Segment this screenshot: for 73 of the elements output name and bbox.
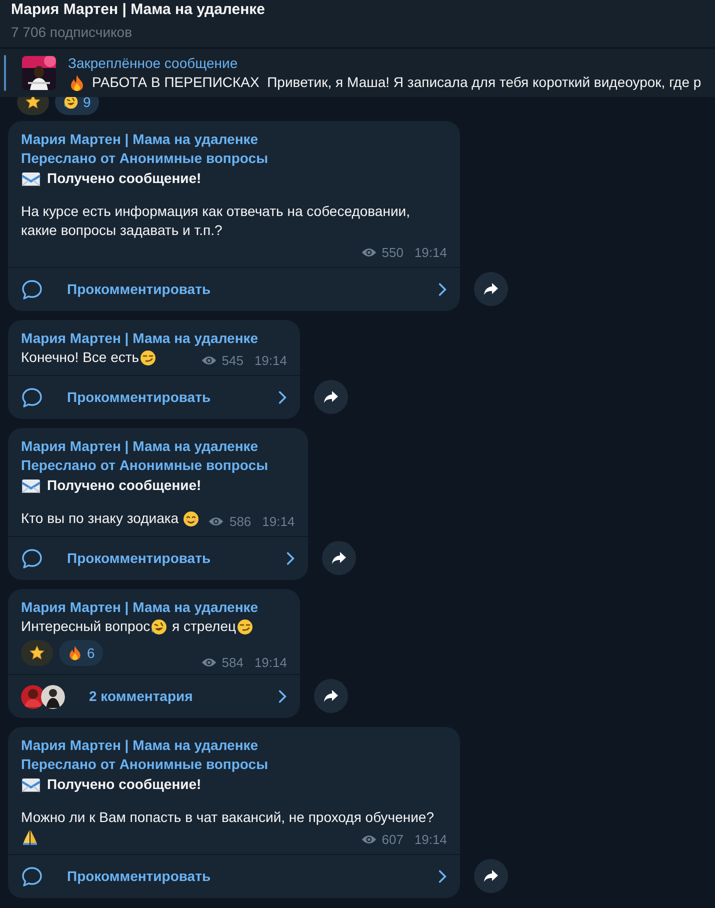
comment-icon [21, 548, 43, 570]
pinned-preview: РАБОТА В ПЕРЕПИСКАХ Приветик, я Маша! Я записала для тебя короткий видеоурок, где р [92, 73, 702, 92]
fire-icon [68, 74, 86, 92]
star-icon [25, 97, 41, 110]
eye-icon [360, 834, 377, 845]
message-text: я стрелец [171, 617, 236, 636]
received-heading: Получено сообщение! [47, 774, 202, 794]
chevron-right-icon [438, 869, 447, 884]
pinned-label: Закреплённое сообщение [68, 54, 239, 73]
share-button[interactable] [314, 679, 348, 713]
eye-icon [200, 355, 217, 366]
eye-icon [200, 657, 217, 668]
reaction-chip[interactable]: 6 [59, 640, 103, 666]
share-arrow-icon [483, 282, 499, 296]
author-name[interactable]: Мария Мартен | Мама на удаленке [21, 736, 447, 755]
smirking-face-icon [139, 349, 158, 367]
message-text: Кто вы по знаку зодиака [21, 509, 180, 528]
forwarded-from[interactable]: Переслано от Анонимные вопросы [21, 149, 447, 168]
chevron-right-icon [278, 689, 287, 704]
comments-button[interactable]: Прокомментировать [8, 267, 460, 311]
view-count: 584 [222, 654, 244, 672]
author-name[interactable]: Мария Мартен | Мама на удаленке [21, 598, 287, 617]
message-text: Интересный вопрос [21, 617, 150, 636]
share-arrow-icon [323, 689, 339, 703]
eye-icon [360, 247, 377, 258]
share-button[interactable] [474, 859, 508, 893]
share-button[interactable] [474, 272, 508, 306]
comments-button[interactable]: Прокомментировать [8, 375, 300, 419]
channel-title: Мария Мартен | Мама на удаленке [11, 1, 266, 19]
comment-icon [21, 386, 43, 408]
share-button[interactable] [322, 541, 356, 575]
message-text: На курсе есть информация как отвечать на собеседовании, какие вопросы задавать и т.п.? [21, 202, 411, 240]
author-name[interactable]: Мария Мартен | Мама на удаленке [21, 329, 287, 348]
view-count: 545 [222, 352, 244, 370]
message-time: 19:14 [414, 244, 447, 262]
subscriber-count: 7 706 подписчиков [11, 23, 134, 41]
message-time: 19:14 [414, 831, 447, 849]
comments-button[interactable]: Прокомментировать [8, 536, 308, 580]
comment-icon [21, 866, 43, 888]
comments-button[interactable]: 2 комментария [8, 674, 300, 718]
smirking-face-icon [236, 618, 254, 636]
fire-icon [67, 645, 83, 661]
reaction-chip[interactable] [21, 640, 53, 666]
message-time: 19:14 [254, 654, 287, 672]
forwarded-from[interactable]: Переслано от Анонимные вопросы [21, 456, 295, 475]
chevron-right-icon [286, 551, 295, 566]
reaction-chip[interactable]: 9 [55, 97, 99, 115]
share-arrow-icon [483, 869, 499, 883]
message-time: 19:14 [262, 513, 295, 531]
chevron-right-icon [438, 282, 447, 297]
forwarded-from[interactable]: Переслано от Анонимные вопросы [21, 755, 447, 774]
author-name[interactable]: Мария Мартен | Мама на удаленке [21, 437, 295, 456]
chevron-right-icon [278, 390, 287, 405]
laughing-face-icon [63, 97, 79, 110]
received-heading: Получено сообщение! [47, 476, 202, 494]
comment-icon [21, 278, 43, 300]
laughing-face-icon [150, 618, 168, 636]
view-count: 586 [229, 513, 252, 531]
message-text: Конечно! Все есть [21, 348, 140, 367]
view-count: 607 [382, 831, 404, 849]
message-text: Можно ли к Вам попасть в чат вакансий, не проходя обучение? [21, 808, 435, 827]
share-button[interactable] [314, 380, 348, 414]
message-time: 19:14 [254, 352, 287, 370]
comments-button[interactable]: Прокомментировать [8, 854, 460, 898]
eye-icon [208, 516, 224, 527]
share-arrow-icon [323, 390, 339, 404]
smiling-face-icon [182, 510, 200, 528]
share-arrow-icon [330, 551, 347, 565]
view-count: 550 [382, 244, 404, 262]
pinned-bar[interactable]: Закреплённое сообщение РАБОТА В ПЕРЕПИСКАХ Приветик, я Маша! Я записала для тебя короткий видеоурок, где р [0, 49, 715, 97]
author-name[interactable]: Мария Мартен | Мама на удаленке [21, 130, 447, 149]
received-heading: Получено сообщение! [47, 168, 202, 188]
star-icon [29, 645, 45, 661]
